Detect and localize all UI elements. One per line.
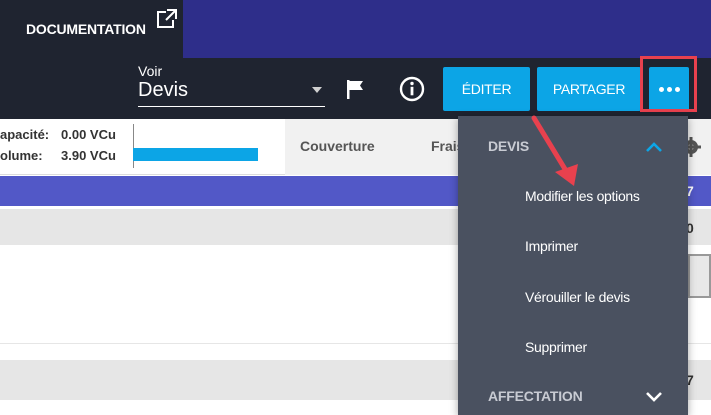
volume-bar [133,148,258,161]
documentation-tab-label: DOCUMENTATION [26,21,146,37]
chevron-down-icon[interactable] [644,390,664,404]
volume-bar-axis [133,124,134,168]
view-select-label: Voir [138,63,163,79]
row-thumbnail [688,254,711,298]
chevron-up-icon[interactable] [644,140,664,154]
chevron-down-icon[interactable] [312,87,322,93]
menu-item-delete[interactable]: Supprimer [525,339,587,355]
column-header-couverture[interactable]: Couverture [300,138,375,154]
menu-item-print[interactable]: Imprimer [525,238,578,254]
flag-icon[interactable] [345,78,367,100]
documentation-tab[interactable]: DOCUMENTATION [0,0,183,58]
volume-label: olume: [0,148,43,163]
annotation-arrow [531,115,578,186]
external-link-icon[interactable] [156,8,178,30]
view-select[interactable]: Devis [138,79,188,102]
menu-item-lock-quote[interactable]: Vérouiller le devis [525,289,630,305]
info-icon[interactable] [399,76,425,102]
highlight-box [640,56,697,112]
capacity-value: 0.00 VCu [61,127,116,142]
edit-button[interactable]: ÉDITER [443,67,530,111]
capacity-label: apacité: [0,127,50,142]
share-button[interactable]: PARTAGER [537,67,641,111]
view-select-underline [138,106,325,107]
volume-value: 3.90 VCu [61,148,116,163]
menu-section-affectation[interactable]: AFFECTATION [488,388,583,404]
